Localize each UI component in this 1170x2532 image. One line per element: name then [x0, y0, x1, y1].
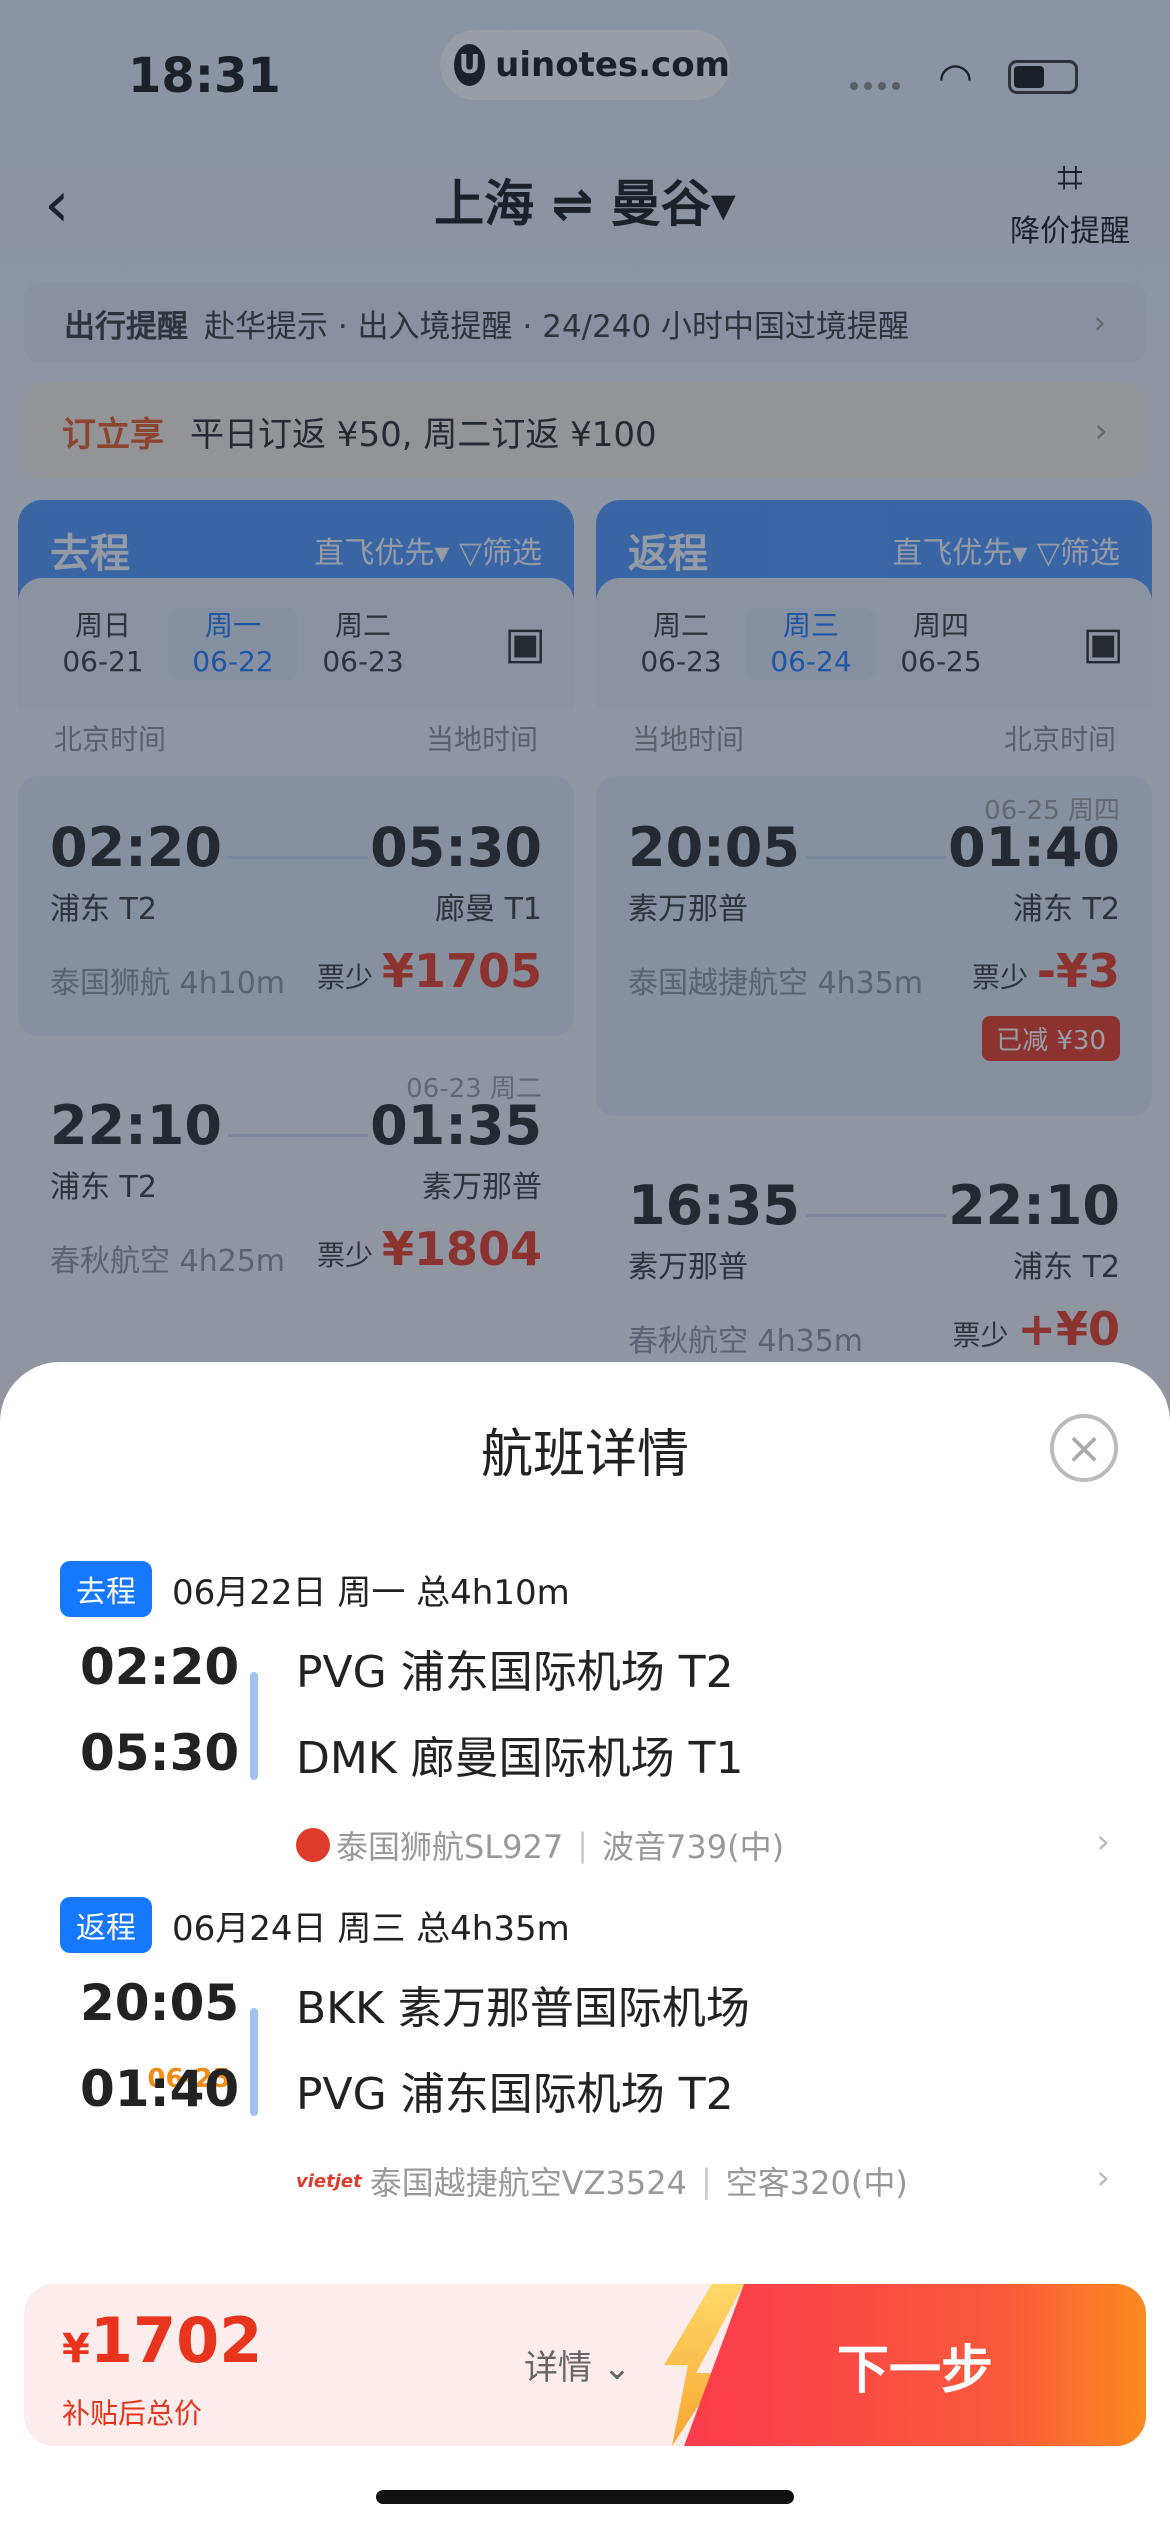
outbound-segment: 去程 06月22日 周一 总4h10m 02:20 PVG 浦东国际机场 T2 … [60, 1561, 1110, 1866]
total-price: ¥1702 [62, 2304, 263, 2377]
home-indicator [376, 2490, 794, 2504]
segment-tag: 返程 [60, 1897, 152, 1953]
airline-flight: 泰国狮航SL927 [336, 1828, 564, 1866]
airline-info: vietjet 泰国越捷航空VZ3524 | 空客320(中) [296, 2158, 908, 2204]
close-icon[interactable]: × [1050, 1414, 1118, 1482]
arrival-airport: PVG 浦东国际机场 T2 [296, 2069, 734, 2120]
aircraft-type: 波音739(中) [602, 1828, 785, 1866]
aircraft-type: 空客320(中) [725, 2164, 908, 2202]
departure-airport: PVG 浦东国际机场 T2 [296, 1647, 734, 1698]
segment-tag: 去程 [60, 1561, 152, 1617]
next-step-button[interactable]: 下一步 [684, 2284, 1146, 2446]
departure-airport: BKK 素万那普国际机场 [296, 1983, 750, 2034]
departure-time: 02:20 [80, 1638, 240, 1696]
segment-summary: 06月22日 周一 总4h10m [172, 1572, 570, 1613]
price-detail-toggle[interactable]: 详情 ⌄ [524, 2340, 631, 2389]
airline-info: 泰国狮航SL927 | 波音739(中) [296, 1822, 784, 1868]
total-price-label: 补贴后总价 [62, 2397, 203, 2430]
lion-air-logo-icon [296, 1828, 330, 1862]
segment-summary: 06月24日 周三 总4h35m [172, 1908, 570, 1949]
departure-time: 20:05 [80, 1974, 240, 2032]
chevron-right-icon[interactable]: › [1096, 2158, 1110, 2198]
airline-flight: 泰国越捷航空VZ3524 [369, 2164, 687, 2202]
sheet-title: 航班详情 [480, 1425, 689, 1485]
chevron-right-icon[interactable]: › [1096, 1822, 1110, 1862]
arrival-time: 01:40 [80, 2060, 240, 2118]
arrival-time: 05:30 [80, 1724, 240, 1782]
arrival-airport: DMK 廊曼国际机场 T1 [296, 1733, 744, 1784]
vietjet-logo-icon: vietjet [296, 2170, 362, 2192]
booking-bar: ¥1702 补贴后总价 详情 ⌄ 下一步 [24, 2284, 1146, 2446]
return-segment: 返程 06月24日 周三 总4h35m 20:05 BKK 素万那普国际机场 0… [60, 1897, 1110, 2202]
